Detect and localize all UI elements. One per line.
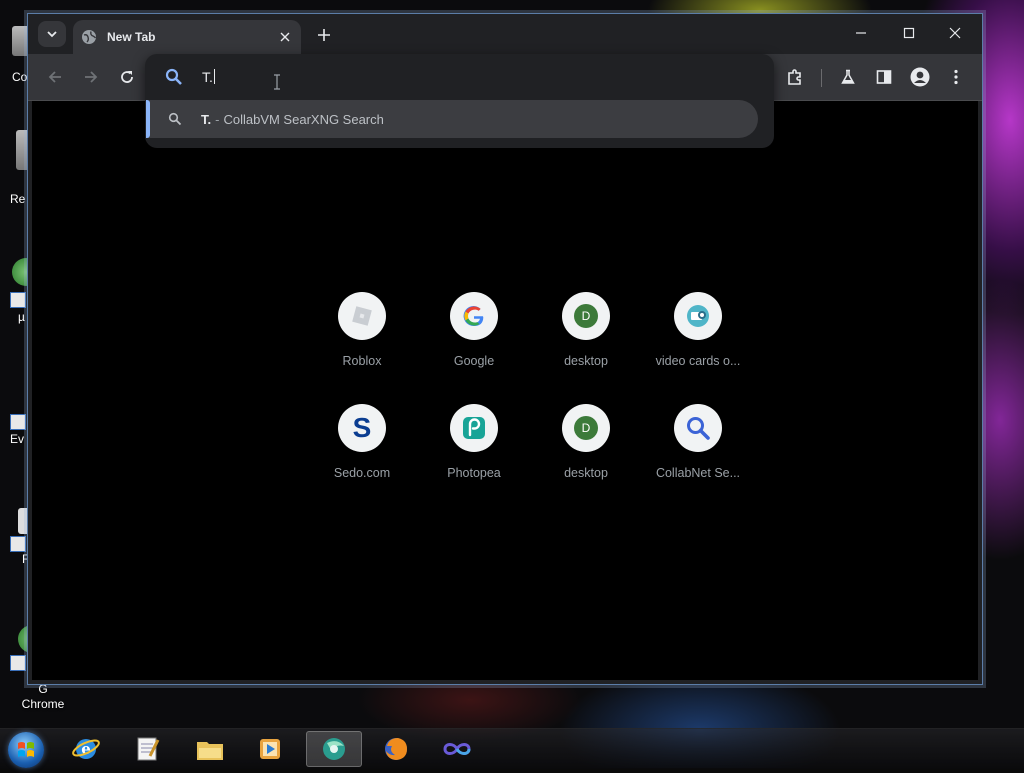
labs-button[interactable] bbox=[837, 66, 859, 88]
search-icon bbox=[165, 68, 183, 91]
tab-search-button[interactable] bbox=[38, 21, 66, 47]
omnibox-dropdown: T. T. - CollabVM SearXNG Search bbox=[145, 54, 774, 148]
plus-icon bbox=[318, 29, 330, 41]
close-icon bbox=[949, 27, 961, 39]
flask-icon bbox=[841, 69, 855, 84]
media-player-icon bbox=[260, 739, 280, 759]
back-button[interactable] bbox=[44, 66, 66, 88]
shortcut-arrow-icon bbox=[10, 292, 26, 308]
arrow-left-icon bbox=[48, 71, 61, 83]
shortcut-label: Roblox bbox=[342, 354, 382, 368]
roblox-icon bbox=[338, 292, 386, 340]
google-icon bbox=[450, 292, 498, 340]
taskbar-chrome[interactable] bbox=[306, 731, 362, 767]
minimize-button[interactable] bbox=[846, 22, 876, 44]
taskbar-media-player[interactable] bbox=[244, 731, 296, 767]
shortcut-label: Photopea bbox=[447, 466, 501, 480]
suggestion-provider: CollabVM SearXNG Search bbox=[223, 111, 384, 127]
shortcut-label: desktop bbox=[564, 354, 608, 368]
desktop-icon-chrome-label: G Chrome bbox=[21, 682, 65, 711]
search-icon bbox=[168, 112, 182, 126]
forward-button[interactable] bbox=[80, 66, 102, 88]
taskbar: e bbox=[0, 728, 1024, 769]
folder-icon bbox=[197, 742, 223, 760]
shortcut-arrow-icon bbox=[10, 536, 26, 552]
shortcut-label: Google bbox=[453, 354, 495, 368]
notepad-icon bbox=[137, 737, 160, 761]
shortcut-tile[interactable]: video cards o... bbox=[642, 292, 754, 396]
suggestion-separator: - bbox=[215, 111, 220, 127]
shortcut-tile[interactable]: Ddesktop bbox=[530, 404, 642, 508]
selection-indicator bbox=[146, 100, 150, 138]
reload-button[interactable] bbox=[116, 66, 138, 88]
taskbar-notepad[interactable] bbox=[121, 731, 173, 767]
close-window-button[interactable] bbox=[940, 22, 970, 44]
avatar-icon bbox=[910, 67, 930, 87]
tab-new-tab[interactable]: New Tab bbox=[73, 20, 301, 54]
windows-logo-icon bbox=[18, 742, 34, 757]
shortcut-label: video cards o... bbox=[655, 354, 741, 368]
shortcut-arrow-icon bbox=[10, 655, 26, 671]
puzzle-icon bbox=[788, 69, 801, 85]
suggestion-query: T. bbox=[201, 111, 212, 127]
letter-d-icon: D bbox=[562, 404, 610, 452]
start-button[interactable] bbox=[8, 732, 44, 768]
maximize-button[interactable] bbox=[894, 22, 924, 44]
new-tab-page: Roblox Google Ddesktop video cards o... S Sed… bbox=[32, 101, 978, 680]
shortcut-tile[interactable]: Roblox bbox=[306, 292, 418, 396]
shortcut-label: desktop bbox=[564, 466, 608, 480]
shortcut-label: CollabNet Se... bbox=[655, 466, 741, 480]
infinity-icon bbox=[443, 743, 471, 755]
sedo-icon: S bbox=[338, 404, 386, 452]
shortcut-tile[interactable]: Photopea bbox=[418, 404, 530, 508]
omnibox-input-row[interactable]: T. bbox=[145, 54, 774, 100]
browser-window: New Tab Roblox Google D desktop video ca… bbox=[27, 13, 983, 685]
toolbar-divider bbox=[821, 69, 822, 87]
text-caret bbox=[213, 69, 215, 84]
more-vert-icon bbox=[954, 69, 958, 85]
text-cursor-icon bbox=[273, 74, 281, 95]
omnibox-input[interactable]: T. bbox=[202, 69, 215, 85]
taskbar-infinity-app[interactable] bbox=[431, 731, 483, 767]
side-panel-icon bbox=[876, 70, 892, 84]
minimize-icon bbox=[856, 32, 866, 34]
taskbar-file-explorer[interactable] bbox=[184, 731, 236, 767]
video-cards-icon bbox=[674, 292, 722, 340]
menu-button[interactable] bbox=[945, 66, 967, 88]
firefox-icon bbox=[385, 738, 407, 760]
new-tab-button[interactable] bbox=[314, 25, 334, 45]
profile-button[interactable] bbox=[909, 66, 931, 88]
chevron-down-icon bbox=[47, 31, 57, 38]
arrow-right-icon bbox=[85, 71, 98, 83]
close-icon[interactable] bbox=[277, 29, 293, 45]
globe-icon bbox=[81, 29, 97, 45]
taskbar-firefox[interactable] bbox=[370, 731, 422, 767]
internet-explorer-icon: e bbox=[72, 739, 100, 759]
letter-d-icon: D bbox=[562, 292, 610, 340]
shortcut-tile[interactable]: CollabNet Se... bbox=[642, 404, 754, 508]
photopea-icon bbox=[450, 404, 498, 452]
extensions-button[interactable] bbox=[784, 66, 806, 88]
side-panel-button[interactable] bbox=[873, 66, 895, 88]
shortcut-arrow-icon bbox=[10, 414, 26, 430]
maximize-icon bbox=[903, 27, 915, 39]
reload-icon bbox=[121, 71, 133, 83]
chrome-app-icon bbox=[323, 738, 345, 760]
shortcut-tile[interactable]: Google bbox=[418, 292, 530, 396]
shortcut-tile[interactable]: S Sedo.com bbox=[306, 404, 418, 508]
shortcut-label: Sedo.com bbox=[333, 466, 391, 480]
taskbar-internet-explorer[interactable]: e bbox=[60, 731, 112, 767]
omnibox-suggestion[interactable]: T. - CollabVM SearXNG Search bbox=[146, 100, 758, 138]
tab-title: New Tab bbox=[107, 30, 156, 44]
shortcut-tile[interactable]: Ddesktop bbox=[530, 292, 642, 396]
magnifier-icon bbox=[674, 404, 722, 452]
title-bar: New Tab bbox=[28, 14, 982, 54]
